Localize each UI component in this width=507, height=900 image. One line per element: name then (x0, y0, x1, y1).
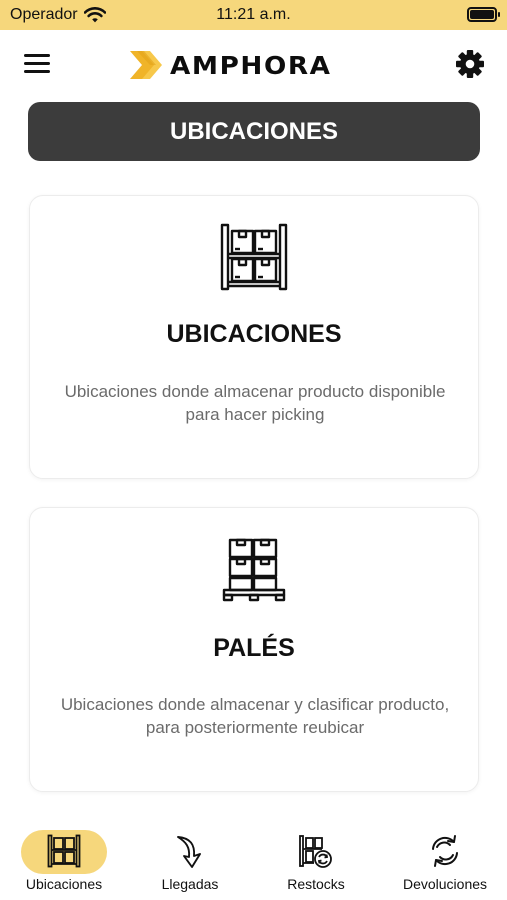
arrow-down-icon (177, 836, 201, 868)
status-bar: Operador 11:21 a.m. (0, 0, 507, 30)
amphora-logo-mark (130, 51, 162, 79)
card-title: PALÉS (213, 634, 295, 662)
tab-label: Ubicaciones (25, 876, 103, 892)
shelving-boxes-icon (220, 223, 288, 291)
return-arrows-icon (432, 835, 458, 867)
tab-label: Devoluciones (402, 876, 488, 892)
tab-label: Llegadas (161, 876, 219, 892)
gear-icon[interactable] (455, 49, 485, 79)
pales-card[interactable]: PALÉS Ubicaciones donde almacenar y clas… (29, 507, 479, 792)
hamburger-menu-icon[interactable] (24, 54, 50, 74)
card-description: Ubicaciones donde almacenar producto dis… (64, 382, 446, 424)
tab-devoluciones[interactable]: Devoluciones (393, 820, 497, 900)
app-screen: Operador 11:21 a.m. AMPHORA UBICACIONES … (0, 0, 507, 900)
ubicaciones-card[interactable]: UBICACIONES Ubicaciones donde almacenar … (29, 195, 479, 479)
tab-label: Restocks (287, 876, 345, 892)
bottom-tab-bar: Ubicaciones Llegadas Restocks Devolucion… (0, 820, 507, 900)
tab-ubicaciones[interactable]: Ubicaciones (14, 820, 114, 900)
amphora-logo: AMPHORA (128, 48, 330, 82)
section-title-bar: UBICACIONES (28, 102, 480, 161)
tab-llegadas[interactable]: Llegadas (140, 820, 240, 900)
card-description: Ubicaciones donde almacenar y clasificar… (60, 695, 450, 737)
card-title: UBICACIONES (166, 320, 342, 348)
restock-icon (299, 835, 332, 868)
shelving-icon (47, 834, 81, 868)
logo-text: AMPHORA (170, 50, 332, 80)
status-time: 11:21 a.m. (216, 6, 291, 23)
tab-restocks[interactable]: Restocks (266, 820, 366, 900)
battery-icon (467, 7, 500, 22)
pallet-boxes-icon (222, 538, 286, 602)
